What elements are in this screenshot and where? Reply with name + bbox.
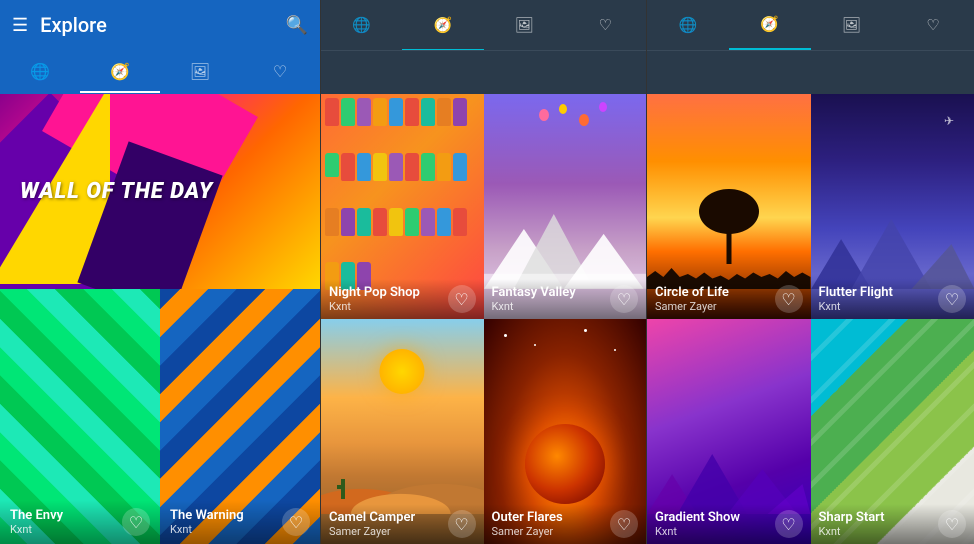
card-camel-camper[interactable]: Camel Camper Samer Zayer ♡ xyxy=(321,319,484,544)
card-fantasy-valley[interactable]: Fantasy Valley Kxnt ♡ xyxy=(484,94,647,319)
card-fantasy-valley-title: Fantasy Valley xyxy=(492,285,576,300)
card-gradient-show-author: Kxnt xyxy=(655,525,740,538)
heart-flutter-flight[interactable]: ♡ xyxy=(938,285,966,313)
left-bottom-cards: The Envy Kxnt ♡ The Warning Kxnt ♡ xyxy=(0,289,320,544)
card-sharp-start-author: Kxnt xyxy=(819,525,885,538)
card-circle-of-life-info: Circle of Life Samer Zayer ♡ xyxy=(647,279,811,319)
card-envy-info: The Envy Kxnt ♡ xyxy=(0,500,160,544)
heart-night-pop[interactable]: ♡ xyxy=(448,285,476,313)
card-warning-info: The Warning Kxnt ♡ xyxy=(160,500,320,544)
card-the-envy[interactable]: The Envy Kxnt ♡ xyxy=(0,289,160,544)
heart-outer-flares[interactable]: ♡ xyxy=(610,510,638,538)
card-gradient-show-title: Gradient Show xyxy=(655,510,740,525)
heart-circle-of-life[interactable]: ♡ xyxy=(775,285,803,313)
card-gradient-show-info: Gradient Show Kxnt ♡ xyxy=(647,504,811,544)
card-camel-camper-info: Camel Camper Samer Zayer ♡ xyxy=(321,504,484,544)
heart-warning[interactable]: ♡ xyxy=(282,508,310,536)
card-night-pop-title: Night Pop Shop xyxy=(329,285,420,300)
card-warning-title: The Warning xyxy=(170,508,244,523)
right-tab-gallery[interactable]: 🖼 xyxy=(811,0,893,50)
card-envy-author: Kxnt xyxy=(10,523,63,536)
tab-favorites-left[interactable]: ♡ xyxy=(240,51,320,93)
card-night-pop-author: Kxnt xyxy=(329,300,420,313)
right-tab-globe[interactable]: 🌐 xyxy=(647,0,729,50)
right-grid: Circle of Life Samer Zayer ♡ ✈ Fl xyxy=(647,94,974,544)
card-outer-flares[interactable]: Outer Flares Samer Zayer ♡ xyxy=(484,319,647,544)
tab-globe-left[interactable]: 🌐 xyxy=(0,51,80,93)
mid-header: 🌐 🧭 🖼 ♡ xyxy=(321,0,646,94)
card-flutter-flight-info: Flutter Flight Kxnt ♡ xyxy=(811,279,974,319)
mid-top-row: 🌐 🧭 🖼 ♡ xyxy=(321,0,646,50)
heart-sharp-start[interactable]: ♡ xyxy=(938,510,966,538)
right-panel: 🌐 🧭 🖼 ♡ Circle of Life Samer Zayer ♡ xyxy=(647,0,974,544)
menu-icon[interactable]: ☰ xyxy=(12,15,28,36)
card-outer-flares-author: Samer Zayer xyxy=(492,525,563,538)
card-camel-camper-author: Samer Zayer xyxy=(329,525,415,538)
card-circle-of-life-author: Samer Zayer xyxy=(655,300,729,313)
heart-camel-camper[interactable]: ♡ xyxy=(448,510,476,538)
mid-tab-explore[interactable]: 🧭 xyxy=(402,1,483,51)
card-flutter-flight[interactable]: ✈ Flutter Flight Kxnt ♡ xyxy=(811,94,974,319)
right-top-row: 🌐 🧭 🖼 ♡ xyxy=(647,0,974,50)
search-icon[interactable]: 🔍 xyxy=(286,15,308,36)
card-sharp-start[interactable]: Sharp Start Kxnt ♡ xyxy=(811,319,974,544)
mid-grid: Night Pop Shop Kxnt ♡ xyxy=(321,94,646,544)
card-circle-of-life-title: Circle of Life xyxy=(655,285,729,300)
tab-explore-left[interactable]: 🧭 xyxy=(80,51,160,93)
card-outer-flares-title: Outer Flares xyxy=(492,510,563,525)
left-panel: ☰ Explore 🔍 🌐 🧭 🖼 ♡ WALL OF THE DAY The … xyxy=(0,0,320,544)
card-sharp-start-title: Sharp Start xyxy=(819,510,885,525)
heart-envy[interactable]: ♡ xyxy=(122,508,150,536)
card-flutter-flight-title: Flutter Flight xyxy=(819,285,893,300)
card-gradient-show[interactable]: Gradient Show Kxnt ♡ xyxy=(647,319,811,544)
card-flutter-flight-author: Kxnt xyxy=(819,300,893,313)
app-title: Explore xyxy=(40,13,273,37)
card-envy-title: The Envy xyxy=(10,508,63,523)
heart-gradient-show[interactable]: ♡ xyxy=(775,510,803,538)
wall-of-day[interactable]: WALL OF THE DAY xyxy=(0,94,320,289)
wall-of-day-text: WALL OF THE DAY xyxy=(20,179,213,204)
card-camel-camper-title: Camel Camper xyxy=(329,510,415,525)
left-header: ☰ Explore 🔍 xyxy=(0,0,320,50)
mid-tab-gallery[interactable]: 🖼 xyxy=(484,1,565,51)
card-warning-author: Kxnt xyxy=(170,523,244,536)
heart-fantasy-valley[interactable]: ♡ xyxy=(610,285,638,313)
right-tab-favorites[interactable]: ♡ xyxy=(892,0,974,50)
tab-gallery-left[interactable]: 🖼 xyxy=(160,51,240,93)
card-fantasy-valley-info: Fantasy Valley Kxnt ♡ xyxy=(484,279,647,319)
right-tab-explore[interactable]: 🧭 xyxy=(729,0,811,50)
mid-tab-globe[interactable]: 🌐 xyxy=(321,1,402,51)
mid-panel: 🌐 🧭 🖼 ♡ xyxy=(320,0,647,544)
left-tabs: 🌐 🧭 🖼 ♡ xyxy=(0,50,320,94)
card-night-pop[interactable]: Night Pop Shop Kxnt ♡ xyxy=(321,94,484,319)
card-fantasy-valley-author: Kxnt xyxy=(492,300,576,313)
card-sharp-start-info: Sharp Start Kxnt ♡ xyxy=(811,504,974,544)
card-the-warning[interactable]: The Warning Kxnt ♡ xyxy=(160,289,320,544)
right-header: 🌐 🧭 🖼 ♡ xyxy=(647,0,974,94)
card-circle-of-life[interactable]: Circle of Life Samer Zayer ♡ xyxy=(647,94,811,319)
card-outer-flares-info: Outer Flares Samer Zayer ♡ xyxy=(484,504,647,544)
card-night-pop-info: Night Pop Shop Kxnt ♡ xyxy=(321,279,484,319)
mid-tab-favorites[interactable]: ♡ xyxy=(565,1,646,51)
